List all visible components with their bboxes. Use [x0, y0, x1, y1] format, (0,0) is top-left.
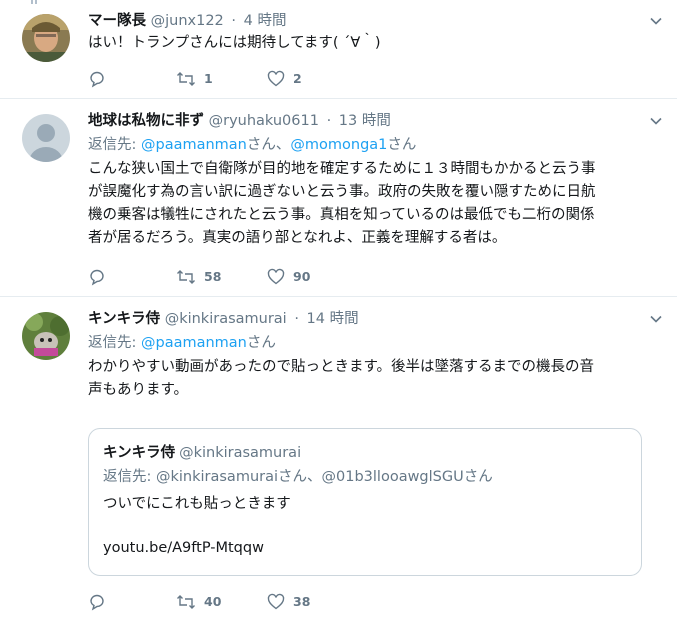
tweet-text-line: 者が居るだろう。真実の語り部となれよ、正義を理解する者は。	[88, 230, 507, 246]
user-handle[interactable]: @kinkirasamurai	[165, 311, 287, 327]
timestamp[interactable]: 4 時間	[244, 13, 287, 29]
tweet-text-line: わかりやすい動画があったので貼っときます。後半は墜落するまでの機長の音	[88, 359, 595, 375]
quoted-tweet-header: キンキラ侍 @kinkirasamurai	[103, 441, 627, 463]
reply-icon	[90, 594, 104, 611]
user-handle[interactable]: @junx122	[151, 13, 224, 29]
quoted-display-name: キンキラ侍	[103, 445, 176, 461]
avatar[interactable]	[22, 14, 70, 62]
retweet-icon	[177, 595, 195, 609]
quoted-tweet-text: ついでにこれも貼っときます	[103, 496, 291, 512]
tweet-text: こんな狭い国土で自衛隊が目的地を確定するために１３時間もかかると云う事 が誤魔化…	[88, 158, 649, 250]
tweet-text-line: 声もあります。	[88, 382, 189, 398]
reply-button[interactable]	[88, 266, 114, 288]
timestamp[interactable]: 14 時間	[307, 311, 359, 327]
like-icon	[267, 593, 285, 610]
avatar[interactable]	[22, 114, 70, 162]
reply-suffix: さん	[387, 137, 417, 153]
chevron-down-icon[interactable]	[649, 114, 663, 128]
reply-context: 返信先: @paamanmanさん	[88, 330, 649, 356]
like-count: 90	[293, 269, 311, 284]
tweet-text-line: が誤魔化す為の言い訳に過ぎないと云う事。政府の失敗を覆い隠すために日航	[88, 184, 596, 200]
timeline: マー隊長 @junx122 · 4 時間 はい！トランプさんには期待してます( …	[0, 0, 677, 617]
reply-button[interactable]	[88, 68, 114, 90]
like-count: 38	[293, 594, 311, 609]
tweet-text: はい！トランプさんには期待してます( ´∀｀)	[88, 35, 381, 51]
display-name[interactable]: マー隊長	[88, 13, 146, 29]
reply-icon	[90, 71, 104, 88]
retweet-button[interactable]: 58	[176, 266, 221, 288]
display-name[interactable]: 地球は私物に非ず	[88, 113, 204, 129]
like-icon	[267, 70, 285, 87]
chevron-down-icon[interactable]	[649, 312, 663, 326]
retweet-count: 40	[204, 594, 222, 609]
tweet-text-line: こんな狭い国土で自衛隊が目的地を確定するために１３時間もかかると云う事	[88, 161, 596, 177]
tweet[interactable]: 地球は私物に非ず @ryuhaku0611 · 13 時間 返信先: @paam…	[0, 99, 677, 297]
quoted-tweet-card[interactable]: キンキラ侍 @kinkirasamurai 返信先: @kinkirasamura…	[88, 428, 642, 576]
retweet-button[interactable]: 1	[176, 68, 213, 90]
quoted-reply-context: 返信先: @kinkirasamuraiさん、@01b3llooawglSGUさ…	[103, 469, 493, 485]
reply-prefix: 返信先:	[88, 335, 141, 351]
like-button[interactable]: 2	[267, 68, 302, 90]
like-button[interactable]: 90	[267, 266, 310, 288]
separator-dot: ·	[326, 113, 332, 129]
tweet-header: 地球は私物に非ず @ryuhaku0611 · 13 時間	[88, 110, 662, 132]
mention-link[interactable]: @paamanman	[141, 335, 247, 351]
retweet-button[interactable]: 40	[176, 591, 221, 613]
retweet-count: 58	[204, 269, 222, 284]
reply-icon	[90, 269, 104, 286]
timestamp[interactable]: 13 時間	[339, 113, 391, 129]
reply-separator: さん、	[246, 137, 291, 153]
user-handle[interactable]: @ryuhaku0611	[209, 113, 319, 129]
separator-dot: ·	[294, 311, 299, 327]
avatar[interactable]	[22, 312, 70, 360]
reply-context: 返信先: @paamanmanさん、@momonga1さん	[88, 132, 649, 158]
tweet[interactable]: キンキラ侍 @kinkirasamurai · 14 時間 返信先: @paam…	[0, 297, 677, 617]
reply-button[interactable]	[88, 591, 114, 613]
quoted-user-handle: @kinkirasamurai	[179, 445, 302, 461]
like-count: 2	[293, 71, 302, 86]
retweet-icon	[177, 270, 195, 284]
reply-suffix: さん	[246, 335, 276, 351]
tweet-text-line: 機の乗客は犠牲にされたと云う事。真相を知っているのは最低でも二桁の関係	[88, 207, 595, 223]
quoted-link[interactable]: youtu.be/A9ftP-Mtqqw	[103, 537, 627, 559]
retweet-count: 1	[204, 71, 213, 86]
like-icon	[267, 268, 285, 285]
tweet[interactable]: マー隊長 @junx122 · 4 時間 はい！トランプさんには期待してます( …	[0, 0, 677, 99]
chevron-down-icon[interactable]	[649, 14, 663, 28]
reply-prefix: 返信先:	[88, 137, 141, 153]
retweet-icon	[177, 72, 195, 86]
mention-link[interactable]: @momonga1	[290, 137, 387, 153]
tweet-header: キンキラ侍 @kinkirasamurai · 14 時間	[88, 308, 662, 330]
separator-dot: ·	[231, 13, 236, 29]
display-name[interactable]: キンキラ侍	[88, 311, 160, 327]
like-button[interactable]: 38	[267, 591, 310, 613]
mention-link[interactable]: @paamanman	[141, 137, 247, 153]
tweet-text: わかりやすい動画があったので貼っときます。後半は墜落するまでの機長の音 声もあり…	[88, 356, 649, 402]
tweet-header: マー隊長 @junx122 · 4 時間	[88, 10, 662, 32]
